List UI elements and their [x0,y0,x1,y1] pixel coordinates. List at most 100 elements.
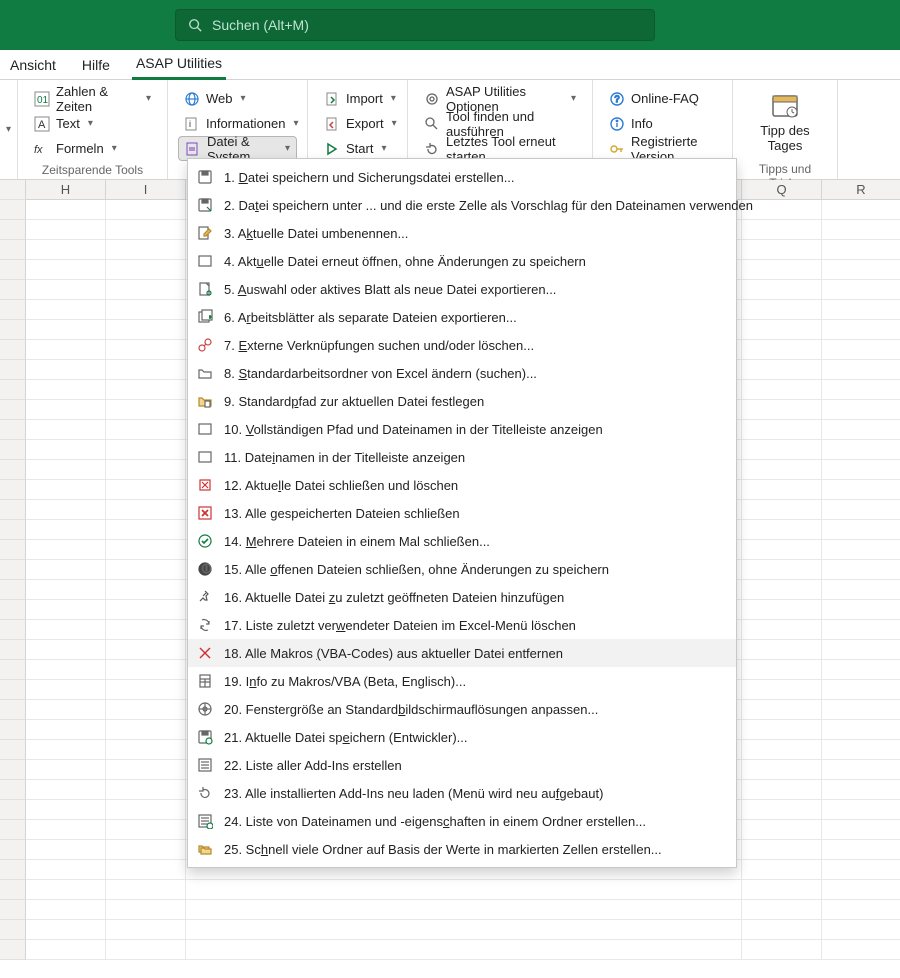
menu-item-label: 1. Datei speichern und Sicherungsdatei e… [224,170,515,185]
saveas-icon [196,196,214,214]
ribbon-group-tips: Tipp des Tages Tipps und Tricks [733,80,838,179]
label: Tages [768,139,803,154]
question-icon: ? [609,91,625,107]
ribbon-prev-group[interactable]: ▾ [0,80,18,179]
list-icon [196,756,214,774]
numbers-times-button[interactable]: 01 Zahlen & Zeiten▾ [28,86,157,111]
web-button[interactable]: Web▾ [178,86,297,111]
menu-item[interactable]: 16. Aktuelle Datei zu zuletzt geöffneten… [188,583,736,611]
info-button[interactable]: Info [603,111,722,136]
menu-item[interactable]: 8. Standardarbeitsordner von Excel änder… [188,359,736,387]
formulas-button[interactable]: fx Formeln▾ [28,136,157,161]
menu-item[interactable]: 10. Vollständigen Pfad und Dateinamen in… [188,415,736,443]
menu-item[interactable]: 11. Dateinamen in der Titelleiste anzeig… [188,443,736,471]
chevron-down-icon: ▾ [571,93,576,104]
col-header[interactable]: H [26,180,106,200]
import-icon [324,91,340,107]
tab-help[interactable]: Hilfe [78,53,114,79]
menu-item-label: 13. Alle gespeicherten Dateien schließen [224,506,460,521]
menu-item[interactable]: 4. Aktuelle Datei erneut öffnen, ohne Än… [188,247,736,275]
label: Export [346,116,384,131]
menu-item[interactable]: 18. Alle Makros (VBA-Codes) aus aktuelle… [188,639,736,667]
menu-item-label: 22. Liste aller Add-Ins erstellen [224,758,402,773]
sheets-icon [196,308,214,326]
wheel-icon [196,700,214,718]
listprops-icon [196,812,214,830]
menu-item[interactable]: 7. Externe Verknüpfungen suchen und/oder… [188,331,736,359]
recycle-icon [196,616,214,634]
import-button[interactable]: Import ▾ [318,86,397,111]
menu-item-label: 15. Alle offenen Dateien schließen, ohne… [224,562,609,577]
information-button[interactable]: i Informationen▾ [178,111,297,136]
menu-item[interactable]: 21. Aktuelle Datei speichern (Entwickler… [188,723,736,751]
menu-item-label: 12. Aktuelle Datei schließen und löschen [224,478,458,493]
info-icon [609,116,625,132]
asap-options-button[interactable]: ASAP Utilities Optionen▾ [418,86,582,111]
label: Formeln [56,141,104,156]
text-button[interactable]: A Text▾ [28,111,157,136]
menu-item[interactable]: 20. Fenstergröße an Standardbildschirmau… [188,695,736,723]
chevron-down-icon: ▾ [285,143,290,154]
del-red-icon [196,476,214,494]
tab-asap-utilities[interactable]: ASAP Utilities [132,51,226,80]
export-button[interactable]: Export▾ [318,111,397,136]
col-header[interactable]: I [106,180,186,200]
col-header[interactable]: Q [742,180,822,200]
box-icon [196,448,214,466]
menu-item-label: 9. Standardpfad zur aktuellen Datei fest… [224,394,484,409]
menu-item[interactable]: 9. Standardpfad zur aktuellen Datei fest… [188,387,736,415]
search-box[interactable] [175,9,655,41]
search-input[interactable] [212,17,642,33]
label: Start [346,141,373,156]
label: Import [346,91,383,106]
label: Web [206,91,233,106]
globe-icon [184,91,200,107]
col-header[interactable]: R [822,180,900,200]
menu-item-label: 24. Liste von Dateinamen und -eigenschaf… [224,814,646,829]
save-icon [196,168,214,186]
xred-icon [196,504,214,522]
check-icon [196,532,214,550]
label: Online-FAQ [631,91,699,106]
menu-item[interactable]: 25. Schnell viele Ordner auf Basis der W… [188,835,736,863]
find-tool-button[interactable]: Tool finden und ausführen [418,111,582,136]
key-icon [609,141,625,157]
menu-item[interactable]: 6. Arbeitsblätter als separate Dateien e… [188,303,736,331]
menu-item[interactable]: 5. Auswahl oder aktives Blatt als neue D… [188,275,736,303]
menu-item-label: 14. Mehrere Dateien in einem Mal schließ… [224,534,490,549]
title-bar [0,0,900,50]
menu-item-label: 8. Standardarbeitsordner von Excel änder… [224,366,537,381]
online-faq-button[interactable]: ? Online-FAQ [603,86,722,111]
menu-item[interactable]: 24. Liste von Dateinamen und -eigenschaf… [188,807,736,835]
menu-item[interactable]: 22. Liste aller Add-Ins erstellen [188,751,736,779]
export-icon [324,116,340,132]
tip-of-day-button[interactable]: Tipp des Tages [743,86,827,160]
links-icon [196,336,214,354]
tab-view[interactable]: Ansicht [6,53,60,79]
chevron-down-icon: ▾ [294,118,299,129]
menu-item-label: 21. Aktuelle Datei speichern (Entwickler… [224,730,468,745]
menu-item[interactable]: ⓘ 15. Alle offenen Dateien schließen, ohn… [188,555,736,583]
chevron-down-icon: ▾ [391,93,396,104]
menu-item-label: 18. Alle Makros (VBA-Codes) aus aktuelle… [224,646,563,661]
menu-item-label: 25. Schnell viele Ordner auf Basis der W… [224,842,662,857]
menu-item[interactable]: 23. Alle installierten Add-Ins neu laden… [188,779,736,807]
rename-icon [196,224,214,242]
menu-item[interactable]: 2. Datei speichern unter ... und die ers… [188,191,736,219]
fx-icon: fx [34,141,50,157]
reload-icon [196,784,214,802]
svg-text:ⓘ: ⓘ [202,564,211,574]
menu-item[interactable]: 17. Liste zuletzt verwendeter Dateien im… [188,611,736,639]
chevron-down-icon: ▾ [88,118,93,129]
menu-item[interactable]: 12. Aktuelle Datei schließen und löschen [188,471,736,499]
menu-item[interactable]: 14. Mehrere Dateien in einem Mal schließ… [188,527,736,555]
menu-item[interactable]: 19. Info zu Makros/VBA (Beta, Englisch).… [188,667,736,695]
menu-item-label: 6. Arbeitsblätter als separate Dateien e… [224,310,517,325]
savedev-icon [196,728,214,746]
menu-item[interactable]: 1. Datei speichern und Sicherungsdatei e… [188,163,736,191]
chevron-down-icon: ▾ [381,143,386,154]
menu-item[interactable]: 3. Aktuelle Datei umbenennen... [188,219,736,247]
menu-item[interactable]: 13. Alle gespeicherten Dateien schließen [188,499,736,527]
label: Info [631,116,653,131]
chevron-down-icon: ▾ [6,124,11,135]
